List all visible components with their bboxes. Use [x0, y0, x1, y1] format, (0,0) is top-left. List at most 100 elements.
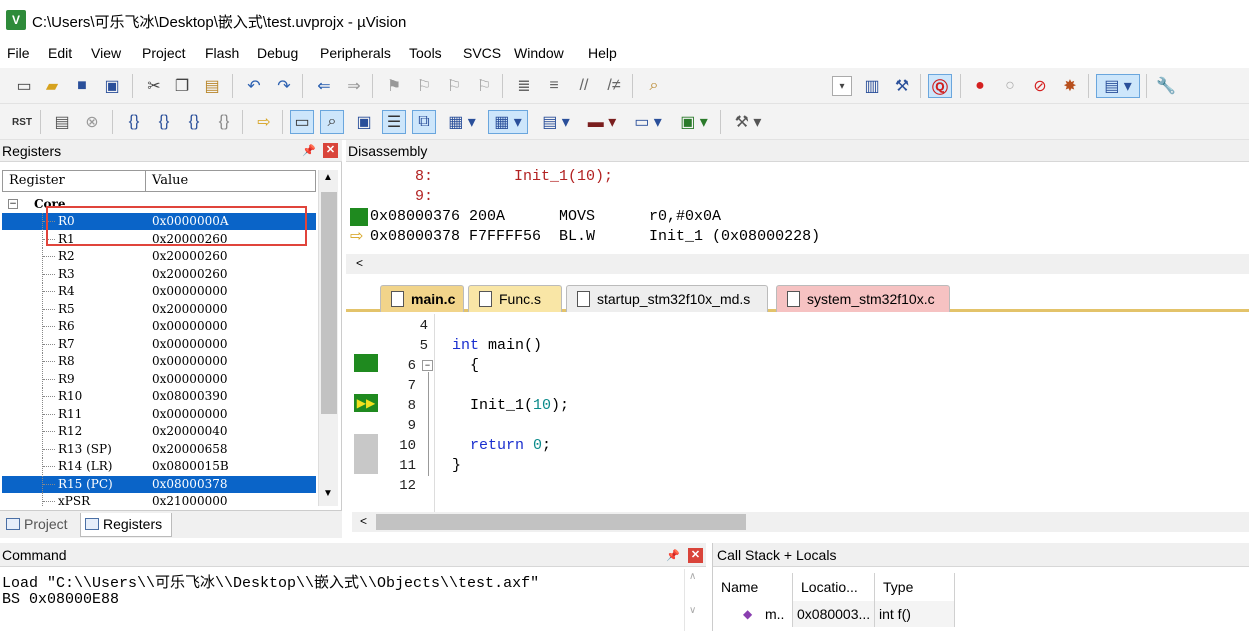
- tab-main-c[interactable]: main.c: [380, 285, 464, 312]
- disassembly-line[interactable]: 8: Init_1(10);: [370, 168, 613, 188]
- watch-window-icon[interactable]: ▦ ▾: [442, 110, 482, 134]
- scroll-down-icon[interactable]: ▼: [323, 488, 333, 499]
- comment-icon[interactable]: //: [572, 74, 596, 98]
- system-viewer-icon[interactable]: ▣ ▾: [674, 110, 714, 134]
- pin-icon[interactable]: 📌: [302, 144, 316, 157]
- tab-system[interactable]: system_stm32f10x.c: [776, 285, 950, 312]
- column-register[interactable]: Register: [3, 171, 145, 191]
- step-over-icon[interactable]: {}: [152, 110, 176, 134]
- tab-project[interactable]: Project: [2, 513, 76, 537]
- window-layout-icon[interactable]: ▤ ▾: [1096, 74, 1140, 98]
- find-in-files-icon[interactable]: ⌕: [642, 74, 666, 98]
- code-line[interactable]: return 0;: [452, 437, 551, 454]
- menu-file[interactable]: File: [7, 45, 30, 61]
- disassembly-window-icon[interactable]: ⌕: [320, 110, 344, 134]
- register-row[interactable]: R7 0x00000000: [2, 335, 316, 353]
- unindent-icon[interactable]: ≡: [542, 74, 566, 98]
- memory-window-icon[interactable]: ▦ ▾: [488, 110, 528, 134]
- toolbox-icon[interactable]: ⚒ ▾: [728, 110, 768, 134]
- pin-icon[interactable]: 📌: [666, 549, 680, 562]
- cut-icon[interactable]: ✂: [142, 74, 166, 98]
- column-location[interactable]: Locatio...: [793, 573, 875, 601]
- code-line[interactable]: Init_1(10);: [452, 397, 569, 414]
- scrollbar-thumb[interactable]: [376, 514, 746, 530]
- scroll-down-icon[interactable]: ∨: [689, 605, 696, 616]
- menu-debug[interactable]: Debug: [257, 45, 298, 61]
- scroll-up-icon[interactable]: ∧: [689, 571, 696, 582]
- menu-svcs[interactable]: SVCS: [463, 45, 501, 61]
- disable-breakpoint-icon[interactable]: ○: [998, 74, 1022, 98]
- disassembly-line[interactable]: 0x08000378 F7FFFF56 BL.W Init_1 (0x08000…: [370, 228, 820, 248]
- register-row[interactable]: R8 0x00000000: [2, 353, 316, 370]
- target-dropdown-icon[interactable]: ▾: [832, 76, 852, 96]
- menu-flash[interactable]: Flash: [205, 45, 239, 61]
- tab-startup[interactable]: startup_stm32f10x_md.s: [566, 285, 768, 312]
- menu-edit[interactable]: Edit: [48, 45, 72, 61]
- symbols-window-icon[interactable]: ▣: [352, 110, 376, 134]
- register-row[interactable]: R3 0x20000260: [2, 265, 316, 283]
- menu-help[interactable]: Help: [588, 45, 617, 61]
- register-row[interactable]: R12 0x20000040: [2, 423, 316, 440]
- options-icon[interactable]: ▥: [860, 74, 884, 98]
- run-icon[interactable]: ▤: [50, 110, 74, 134]
- register-row[interactable]: R5 0x20000000: [2, 300, 316, 318]
- code-line[interactable]: int main(): [452, 337, 542, 354]
- column-value[interactable]: Value: [145, 171, 315, 191]
- code-line[interactable]: }: [452, 457, 461, 474]
- editor-hscrollbar[interactable]: <: [352, 512, 1249, 532]
- show-next-statement-icon[interactable]: ⇨: [252, 110, 276, 134]
- indent-icon[interactable]: ≣: [512, 74, 536, 98]
- column-type[interactable]: Type: [875, 573, 955, 601]
- new-file-icon[interactable]: ▭: [12, 74, 36, 98]
- registers-scrollbar[interactable]: ▲ ▼: [318, 170, 338, 506]
- nav-forward-icon[interactable]: ⇒: [342, 74, 366, 98]
- tab-func-s[interactable]: Func.s: [468, 285, 562, 312]
- register-row[interactable]: R11 0x00000000: [2, 405, 316, 423]
- step-into-icon[interactable]: {}: [122, 110, 146, 134]
- command-window-icon[interactable]: ▭: [290, 110, 314, 134]
- collapse-icon[interactable]: −: [8, 199, 18, 209]
- register-row[interactable]: R14 (LR) 0x0800015B: [2, 458, 316, 475]
- call-stack-window-icon[interactable]: ⧉: [412, 110, 436, 134]
- tab-registers[interactable]: Registers: [80, 513, 172, 537]
- close-icon[interactable]: ✕: [323, 143, 338, 158]
- redo-icon[interactable]: ↷: [272, 74, 296, 98]
- bookmark-clear-icon[interactable]: ⚐: [472, 74, 496, 98]
- code-line[interactable]: {: [452, 357, 479, 374]
- register-row[interactable]: xPSR 0x21000000: [2, 493, 316, 506]
- register-row[interactable]: R13 (SP) 0x20000658: [2, 440, 316, 458]
- register-row[interactable]: R15 (PC) 0x08000378: [2, 475, 316, 493]
- register-row[interactable]: R4 0x00000000: [2, 283, 316, 300]
- scroll-up-icon[interactable]: ▲: [323, 172, 333, 183]
- save-icon[interactable]: ■: [70, 74, 94, 98]
- menu-view[interactable]: View: [91, 45, 121, 61]
- kill-breakpoints-icon[interactable]: ✸: [1058, 74, 1082, 98]
- settings-icon[interactable]: 🔧: [1154, 74, 1178, 98]
- menu-peripherals[interactable]: Peripherals: [320, 45, 391, 61]
- scrollbar-thumb[interactable]: [321, 192, 337, 414]
- clear-breakpoints-icon[interactable]: ⊘: [1028, 74, 1052, 98]
- debug-session-icon[interactable]: Ⓠ: [928, 74, 952, 98]
- close-icon[interactable]: ✕: [688, 548, 703, 563]
- bookmark-prev-icon[interactable]: ⚐: [412, 74, 436, 98]
- trace-window-icon[interactable]: ▭ ▾: [628, 110, 668, 134]
- register-row[interactable]: R10 0x08000390: [2, 388, 316, 405]
- register-row[interactable]: R9 0x00000000: [2, 370, 316, 388]
- disassembly-hscrollbar[interactable]: <: [346, 254, 1249, 274]
- scroll-left-icon[interactable]: <: [360, 514, 367, 528]
- step-out-icon[interactable]: {}: [182, 110, 206, 134]
- serial-window-icon[interactable]: ▤ ▾: [536, 110, 576, 134]
- menu-tools[interactable]: Tools: [409, 45, 442, 61]
- menu-project[interactable]: Project: [142, 45, 186, 61]
- reset-icon[interactable]: RST: [10, 110, 34, 134]
- registers-window-icon[interactable]: ☰: [382, 110, 406, 134]
- menu-window[interactable]: Window: [514, 45, 564, 61]
- bookmark-icon[interactable]: ⚑: [382, 74, 406, 98]
- analysis-window-icon[interactable]: ▬ ▾: [582, 110, 622, 134]
- fold-icon[interactable]: −: [422, 360, 433, 371]
- manage-icon[interactable]: ⚒: [890, 74, 914, 98]
- paste-icon[interactable]: ▤: [200, 74, 224, 98]
- callstack-row[interactable]: ◆ m..: [713, 601, 793, 627]
- undo-icon[interactable]: ↶: [242, 74, 266, 98]
- disassembly-line[interactable]: 0x08000376 200A MOVS r0,#0x0A: [370, 208, 721, 228]
